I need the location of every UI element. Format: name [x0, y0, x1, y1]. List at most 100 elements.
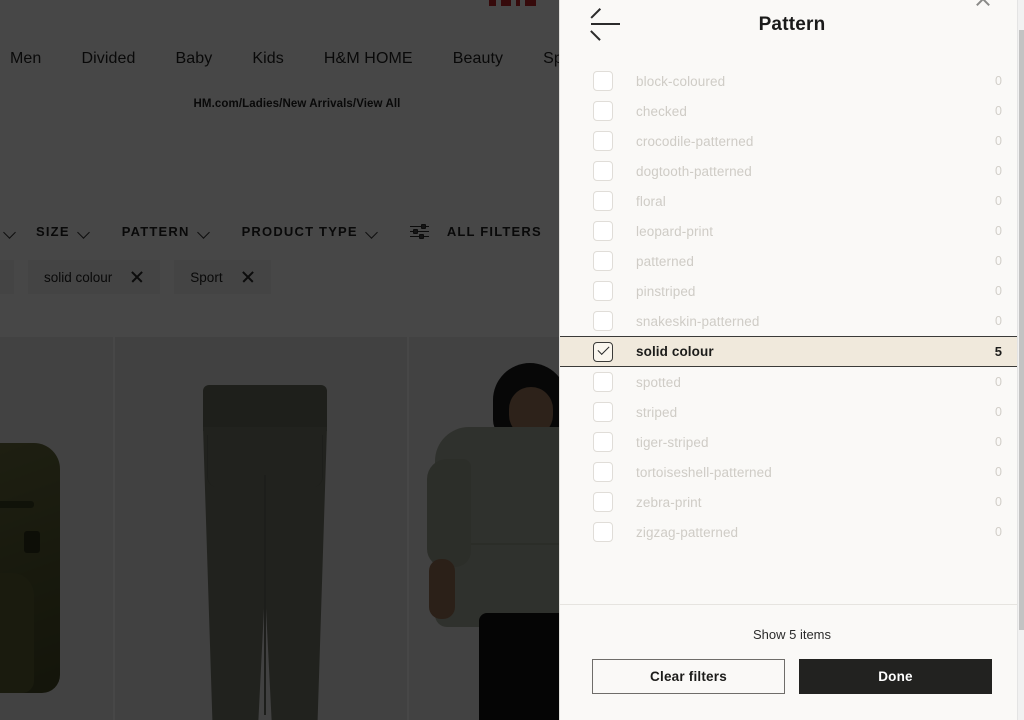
option-row-striped[interactable]: striped 0 [560, 397, 1024, 427]
logo-fragment [516, 0, 520, 6]
nav-item-divided[interactable]: Divided [79, 46, 137, 72]
option-row-pinstriped[interactable]: pinstriped 0 [560, 276, 1024, 306]
panel-footer: Show 5 items Clear filters Done [560, 604, 1024, 720]
option-row-block-coloured[interactable]: block-coloured 0 [560, 66, 1024, 96]
option-row-dogtooth-patterned[interactable]: dogtooth-patterned 0 [560, 156, 1024, 186]
product-card-backpack[interactable] [0, 337, 113, 720]
option-label: tortoiseshell-patterned [636, 465, 995, 480]
tune-sliders-icon [410, 224, 429, 239]
checkbox[interactable] [593, 221, 613, 241]
filter-product-type[interactable]: PRODUCT TYPE [226, 224, 394, 239]
checkbox[interactable] [593, 372, 613, 392]
nav-item-beauty[interactable]: Beauty [451, 46, 505, 72]
option-label: crocodile-patterned [636, 134, 995, 149]
option-row-spotted[interactable]: spotted 0 [560, 367, 1024, 397]
checkbox[interactable] [593, 251, 613, 271]
option-row-tiger-striped[interactable]: tiger-striped 0 [560, 427, 1024, 457]
checkbox[interactable] [593, 522, 613, 542]
check-icon [597, 342, 609, 354]
option-row-patterned[interactable]: patterned 0 [560, 246, 1024, 276]
close-icon[interactable] [130, 270, 144, 284]
option-label: tiger-striped [636, 435, 995, 450]
option-label: spotted [636, 375, 995, 390]
checkbox[interactable] [593, 311, 613, 331]
checkbox[interactable] [593, 462, 613, 482]
close-icon[interactable] [974, 0, 992, 8]
option-label: block-coloured [636, 74, 995, 89]
nav-item-hm-home[interactable]: H&M HOME [322, 46, 415, 72]
filter-chip-sport[interactable]: Sport [174, 260, 270, 294]
option-row-crocodile-patterned[interactable]: crocodile-patterned 0 [560, 126, 1024, 156]
option-row-zebra-print[interactable]: zebra-print 0 [560, 487, 1024, 517]
logo-fragment [489, 0, 496, 6]
option-count: 0 [995, 465, 1002, 479]
panel-header: Pattern [560, 0, 1024, 48]
checkbox[interactable] [593, 281, 613, 301]
checkbox[interactable] [593, 101, 613, 121]
footer-buttons: Clear filters Done [592, 659, 992, 694]
option-count: 0 [995, 405, 1002, 419]
product-image-backpack [0, 443, 60, 693]
checkbox[interactable] [593, 432, 613, 452]
option-count: 0 [995, 254, 1002, 268]
filter-product-type-label: PRODUCT TYPE [242, 224, 358, 239]
option-row-leopard-print[interactable]: leopard-print 0 [560, 216, 1024, 246]
back-arrow-icon[interactable] [591, 12, 621, 36]
option-count: 0 [995, 104, 1002, 118]
option-row-zigzag-patterned[interactable]: zigzag-patterned 0 [560, 517, 1024, 547]
nav-item-kids[interactable]: Kids [250, 46, 286, 72]
checkbox[interactable] [593, 131, 613, 151]
screen-root: Men Divided Baby Kids H&M HOME Beauty Sp… [0, 0, 1024, 720]
option-count: 0 [995, 164, 1002, 178]
product-card-joggers[interactable] [115, 337, 407, 720]
checkbox[interactable] [593, 492, 613, 512]
option-label: snakeskin-patterned [636, 314, 995, 329]
filter-size[interactable]: SIZE [20, 224, 106, 239]
option-row-checked[interactable]: checked 0 [560, 96, 1024, 126]
nav-item-men[interactable]: Men [8, 46, 43, 72]
nav-item-baby[interactable]: Baby [174, 46, 215, 72]
option-row-floral[interactable]: floral 0 [560, 186, 1024, 216]
checkbox-checked[interactable] [593, 342, 613, 362]
option-row-tortoiseshell-patterned[interactable]: tortoiseshell-patterned 0 [560, 457, 1024, 487]
chevron-down-icon [5, 228, 16, 235]
pattern-options-list[interactable]: block-coloured 0 checked 0 crocodile-pat… [560, 48, 1024, 604]
option-row-snakeskin-patterned[interactable]: snakeskin-patterned 0 [560, 306, 1024, 336]
option-label: leopard-print [636, 224, 995, 239]
option-count: 0 [995, 314, 1002, 328]
chevron-down-icon [367, 228, 378, 235]
all-filters-button[interactable]: ALL FILTERS [394, 224, 558, 239]
option-row-solid-colour[interactable]: solid colour 5 [560, 336, 1024, 367]
option-label: patterned [636, 254, 995, 269]
logo-fragment [501, 0, 511, 6]
option-count: 0 [995, 375, 1002, 389]
page-scrollbar[interactable] [1017, 0, 1024, 720]
option-label: zebra-print [636, 495, 995, 510]
option-count: 0 [995, 224, 1002, 238]
option-count: 0 [995, 525, 1002, 539]
filter-bar: SIZE PATTERN PRODUCT TYPE ALL FILTERS [0, 218, 560, 244]
checkbox[interactable] [593, 402, 613, 422]
filter-overflow-chevron[interactable] [0, 228, 20, 235]
product-card-jacket[interactable] [409, 337, 560, 720]
checkbox[interactable] [593, 71, 613, 91]
done-button[interactable]: Done [799, 659, 992, 694]
pattern-filter-panel: Pattern block-coloured 0 checked 0 croco… [559, 0, 1024, 720]
filter-chip-label: Sport [190, 270, 222, 285]
logo-fragment [525, 0, 536, 6]
checkbox[interactable] [593, 161, 613, 181]
checkbox[interactable] [593, 191, 613, 211]
option-count: 0 [995, 74, 1002, 88]
filter-chip-solid-colour[interactable]: solid colour [28, 260, 160, 294]
option-label: striped [636, 405, 995, 420]
show-items-count: Show 5 items [592, 627, 992, 642]
option-label: zigzag-patterned [636, 525, 995, 540]
panel-title: Pattern [560, 14, 1024, 36]
option-label: floral [636, 194, 995, 209]
filter-pattern[interactable]: PATTERN [106, 224, 226, 239]
chevron-down-icon [199, 228, 210, 235]
clear-filters-button[interactable]: Clear filters [592, 659, 785, 694]
filter-chip[interactable] [0, 260, 14, 294]
scrollbar-thumb[interactable] [1019, 30, 1024, 630]
close-icon[interactable] [241, 270, 255, 284]
